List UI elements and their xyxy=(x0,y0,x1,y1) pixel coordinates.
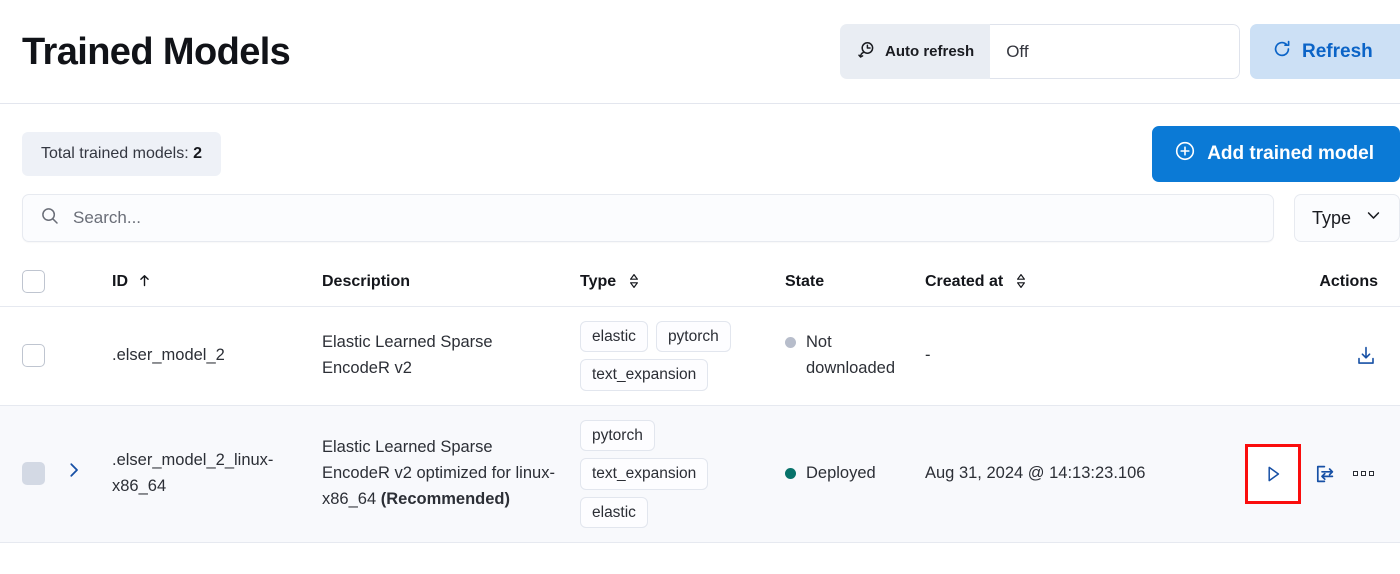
row-created-at: Aug 31, 2024 @ 14:13:23.106 xyxy=(917,405,1162,542)
start-deployment-icon[interactable] xyxy=(1261,462,1285,486)
state-label: Not downloaded xyxy=(806,330,884,381)
header-id-label: ID xyxy=(112,273,128,290)
header-actions: Actions xyxy=(1162,260,1400,307)
header-description: Description xyxy=(314,260,572,307)
sort-both-icon xyxy=(621,273,641,290)
row-created-at: - xyxy=(917,307,1162,406)
auto-refresh-label-group[interactable]: Auto refresh xyxy=(840,24,990,79)
row-select-checkbox-disabled xyxy=(22,462,45,485)
add-trained-model-label: Add trained model xyxy=(1207,143,1374,165)
add-trained-model-button[interactable]: Add trained model xyxy=(1152,126,1400,182)
header-id[interactable]: ID xyxy=(104,260,314,307)
header-select-all[interactable] xyxy=(0,260,56,307)
type-badge: pytorch xyxy=(656,321,731,352)
table-header-row: ID Description Type xyxy=(0,260,1400,307)
type-filter-dropdown[interactable]: Type xyxy=(1294,194,1400,242)
sub-bar: Total trained models: 2 Add trained mode… xyxy=(0,104,1400,180)
header-created-at-label: Created at xyxy=(925,273,1003,290)
expand-row-chevron-icon[interactable] xyxy=(64,460,84,480)
clock-refresh-icon xyxy=(856,40,876,64)
table-row[interactable]: .elser_model_2_linux-x86_64 Elastic Lear… xyxy=(0,405,1400,542)
row-actions xyxy=(1162,307,1400,406)
row-model-id: .elser_model_2_linux-x86_64 xyxy=(104,405,314,542)
row-description: Elastic Learned Sparse EncodeR v2 optimi… xyxy=(314,405,572,542)
row-actions xyxy=(1162,405,1400,542)
search-input[interactable] xyxy=(73,208,1256,228)
refresh-icon xyxy=(1272,39,1292,65)
sort-asc-icon xyxy=(132,273,152,290)
header-controls: Auto refresh Off Refresh xyxy=(840,24,1400,79)
row-checkbox-cell[interactable] xyxy=(0,307,56,406)
row-state: Not downloaded xyxy=(777,307,917,406)
row-checkbox-cell xyxy=(0,405,56,542)
total-count: 2 xyxy=(193,145,202,162)
type-filter-label: Type xyxy=(1312,208,1351,229)
dot xyxy=(1353,471,1358,476)
type-badge: text_expansion xyxy=(580,359,708,390)
row-expand-cell[interactable] xyxy=(56,405,104,542)
type-badge: elastic xyxy=(580,321,648,352)
auto-refresh-control[interactable]: Auto refresh Off xyxy=(840,24,1240,79)
row-description: Elastic Learned Sparse EncodeR v2 xyxy=(314,307,572,406)
row-model-id: .elser_model_2 xyxy=(104,307,314,406)
header-type-label: Type xyxy=(580,273,616,290)
dot xyxy=(1369,471,1374,476)
row-expand-cell xyxy=(56,307,104,406)
state-dot-deployed xyxy=(785,468,796,479)
download-icon[interactable] xyxy=(1354,344,1378,368)
type-badge: elastic xyxy=(580,497,648,528)
row-description-suffix: (Recommended) xyxy=(381,490,510,508)
search-icon xyxy=(40,206,60,231)
header-description-label: Description xyxy=(322,273,410,290)
highlighted-action-region xyxy=(1245,444,1301,504)
header-expand-spacer xyxy=(56,260,104,307)
header-actions-label: Actions xyxy=(1319,273,1378,290)
header-state: State xyxy=(777,260,917,307)
header-created-at[interactable]: Created at xyxy=(917,260,1162,307)
total-trained-models-badge: Total trained models: 2 xyxy=(22,132,221,176)
auto-refresh-value[interactable]: Off xyxy=(990,24,1240,79)
search-field[interactable] xyxy=(22,194,1274,242)
row-type-badges: elastic pytorch text_expansion xyxy=(572,307,777,406)
row-state: Deployed xyxy=(777,405,917,542)
chevron-down-icon xyxy=(1365,207,1382,229)
header-type[interactable]: Type xyxy=(572,260,777,307)
sort-both-icon xyxy=(1008,273,1028,290)
more-actions-icon[interactable] xyxy=(1349,471,1378,476)
total-label: Total trained models: xyxy=(41,145,189,162)
refresh-button[interactable]: Refresh xyxy=(1250,24,1400,79)
dot xyxy=(1361,471,1366,476)
row-type-badges: pytorch text_expansion elastic xyxy=(572,405,777,542)
auto-refresh-label: Auto refresh xyxy=(885,43,974,60)
table-row[interactable]: .elser_model_2 Elastic Learned Sparse En… xyxy=(0,307,1400,406)
page-header: Trained Models Auto refresh Off xyxy=(0,0,1400,104)
header-state-label: State xyxy=(785,273,824,290)
row-description-text: Elastic Learned Sparse EncodeR v2 xyxy=(322,333,493,377)
select-all-checkbox[interactable] xyxy=(22,270,45,293)
search-row: Type xyxy=(0,180,1400,242)
trained-models-table: ID Description Type xyxy=(0,260,1400,543)
state-label: Deployed xyxy=(806,461,876,487)
state-dot-not-downloaded xyxy=(785,337,796,348)
type-badge: pytorch xyxy=(580,420,655,451)
plus-circle-icon xyxy=(1174,140,1196,168)
row-created-at-text: Aug 31, 2024 @ 14:13:23.106 xyxy=(925,464,1145,482)
refresh-button-label: Refresh xyxy=(1302,41,1373,63)
row-select-checkbox[interactable] xyxy=(22,344,45,367)
type-badge: text_expansion xyxy=(580,458,708,489)
page-title: Trained Models xyxy=(22,33,290,71)
test-model-icon[interactable] xyxy=(1313,462,1337,486)
